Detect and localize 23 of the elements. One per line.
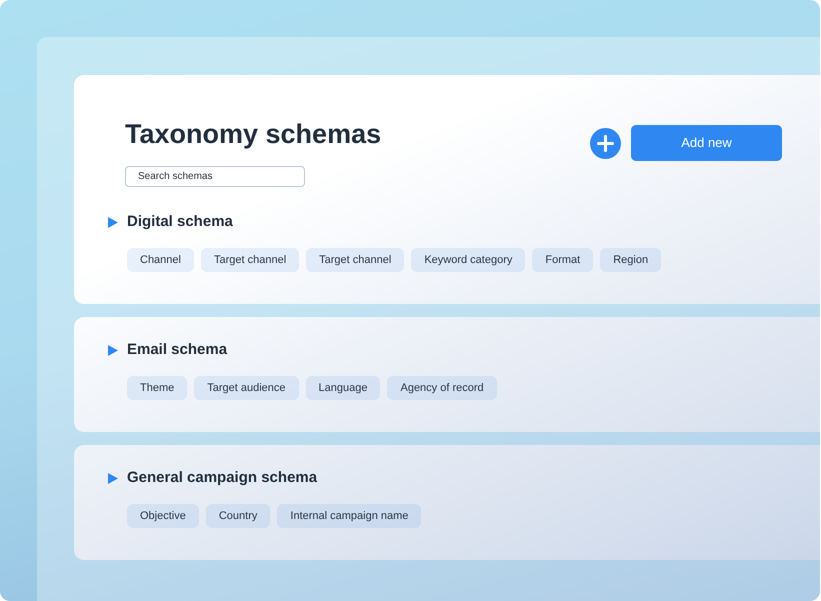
field-tag: Format (532, 248, 594, 272)
field-tag: Language (306, 376, 380, 400)
schema-name: General campaign schema (127, 468, 318, 488)
field-tag: Objective (127, 504, 199, 528)
field-tag: Channel (127, 248, 194, 272)
field-tag: Target channel (306, 248, 404, 272)
search-field[interactable]: Search schemas (125, 166, 305, 187)
add-new-button[interactable]: Add new (631, 125, 782, 161)
schema-name: Email schema (127, 340, 228, 360)
caret-icon[interactable] (108, 216, 118, 228)
caret-icon[interactable] (108, 472, 118, 484)
caret-icon[interactable] (108, 344, 118, 356)
field-tag: Agency of record (387, 376, 497, 400)
field-tag: Target audience (194, 376, 299, 400)
field-tag: Region (600, 248, 662, 272)
field-tag: Internal campaign name (277, 504, 422, 528)
field-tag: Keyword category (411, 248, 526, 272)
field-tag: Target channel (200, 248, 300, 272)
field-tag: Country (206, 504, 270, 528)
page-title: Taxonomy schemas (125, 118, 382, 150)
plus-circle-icon[interactable] (590, 128, 621, 158)
field-tag: Theme (127, 376, 188, 400)
schema-name: Digital schema (127, 212, 233, 232)
